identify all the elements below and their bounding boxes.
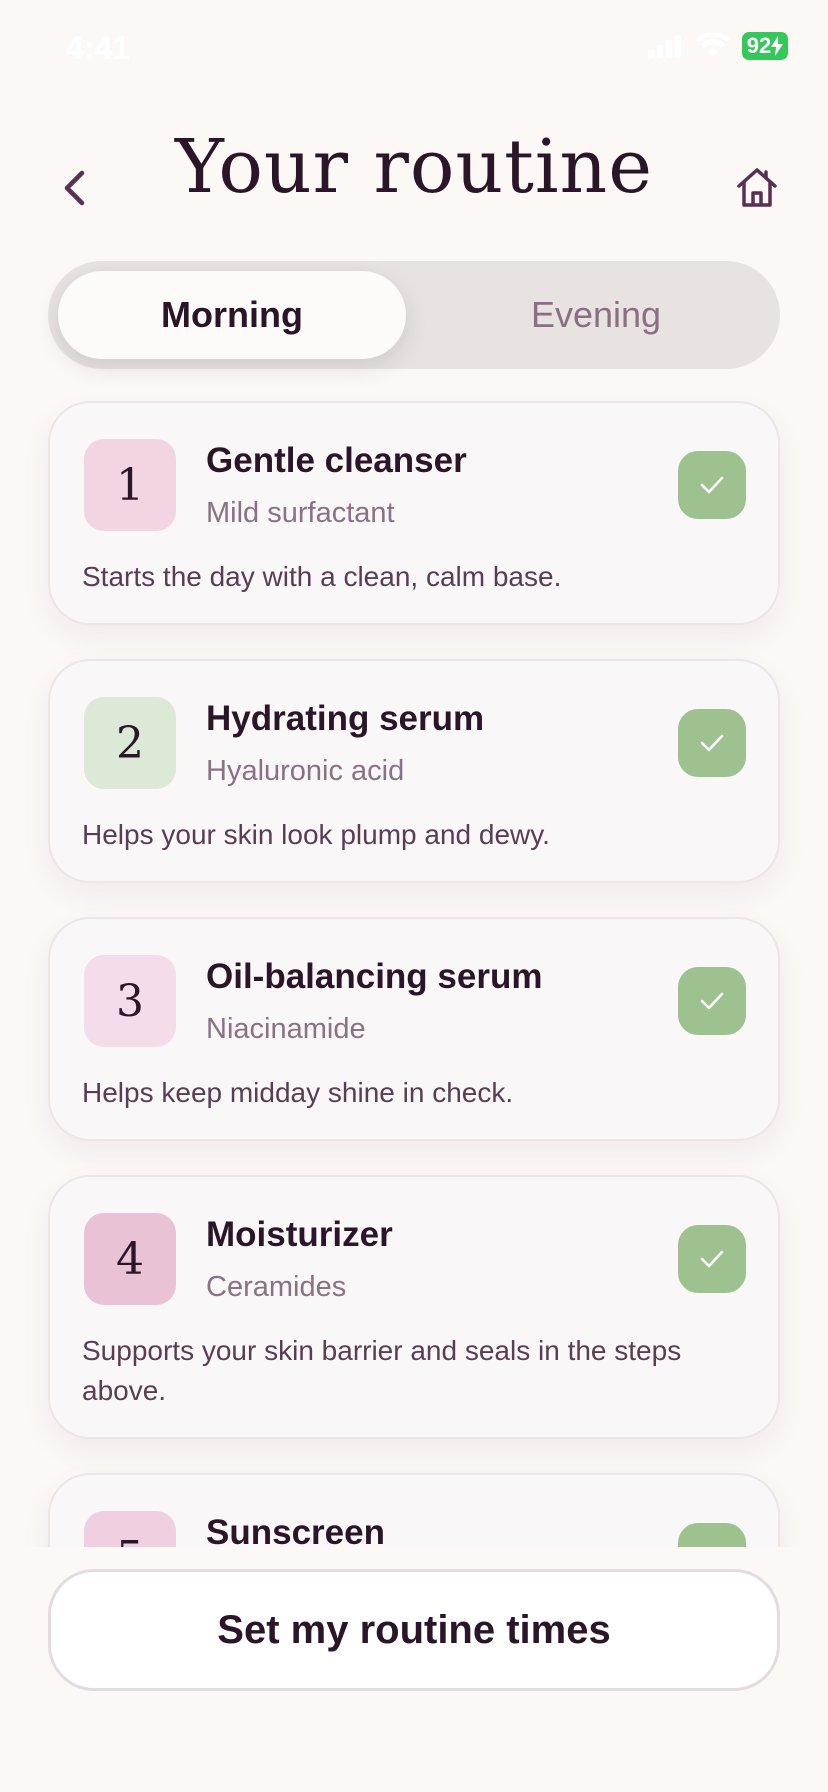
status-bar: 4:41 92 [0, 0, 828, 100]
step-name: Gentle cleanser [206, 441, 467, 480]
step-card[interactable]: 5 Sunscreen [48, 1473, 780, 1547]
page-title: Your routine [175, 124, 653, 210]
wifi-icon [696, 33, 730, 57]
step-ingredient: Mild surfactant [206, 497, 395, 529]
battery-level: 92 [746, 33, 772, 58]
home-icon [737, 168, 777, 207]
step-card[interactable]: 3 Oil-balancing serum Niacinamide Helps … [48, 917, 780, 1141]
step-ingredient: Niacinamide [206, 1013, 366, 1045]
step-name: Sunscreen [206, 1513, 385, 1547]
step-card[interactable]: 2 Hydrating serum Hyaluronic acid Helps … [48, 659, 780, 883]
step-description: Helps keep midday shine in check. [82, 1077, 514, 1108]
step-done-checkbox[interactable] [678, 451, 746, 519]
checkmark-icon [700, 734, 724, 752]
step-description: Starts the day with a clean, calm base. [82, 561, 562, 592]
cellular-signal-icon [648, 34, 684, 58]
step-done-checkbox[interactable] [678, 1225, 746, 1293]
step-done-checkbox[interactable] [678, 709, 746, 777]
status-icons: 92 [648, 32, 788, 60]
step-card[interactable]: 1 Gentle cleanser Mild surfactant Starts… [48, 401, 780, 625]
step-number-badge: 1 [84, 439, 176, 531]
step-name: Hydrating serum [206, 699, 485, 738]
step-done-checkbox[interactable] [678, 1523, 746, 1547]
step-description: Supports your skin barrier and seals in … [82, 1335, 682, 1406]
routine-steps-list[interactable]: 1 Gentle cleanser Mild surfactant Starts… [0, 395, 828, 1547]
step-done-checkbox[interactable] [678, 967, 746, 1035]
step-description: Helps your skin look plump and dewy. [82, 819, 550, 850]
battery-icon: 92 [742, 32, 788, 60]
status-time: 4:41 [66, 30, 131, 66]
bottom-bar: Set my routine times [0, 1547, 828, 1792]
home-button[interactable] [732, 162, 782, 212]
step-name: Oil-balancing serum [206, 957, 543, 996]
step-card[interactable]: 4 Moisturizer Ceramides Supports your sk… [48, 1175, 780, 1439]
step-ingredient: Ceramides [206, 1271, 347, 1303]
step-name: Moisturizer [206, 1215, 393, 1254]
tab-morning[interactable]: Morning [58, 271, 406, 359]
step-number-badge: 5 [84, 1511, 176, 1547]
set-routine-times-button[interactable]: Set my routine times [48, 1569, 780, 1691]
step-ingredient: Hyaluronic acid [206, 755, 405, 787]
checkmark-icon [700, 1250, 724, 1268]
checkmark-icon [700, 992, 724, 1010]
tab-evening[interactable]: Evening [422, 271, 770, 359]
step-number-badge: 3 [84, 955, 176, 1047]
step-number-badge: 2 [84, 697, 176, 789]
routine-time-toggle: Morning Evening [48, 261, 780, 369]
charging-bolt-icon [771, 36, 784, 56]
checkmark-icon [700, 476, 724, 494]
step-number-badge: 4 [84, 1213, 176, 1305]
header: Your routine [0, 120, 828, 240]
